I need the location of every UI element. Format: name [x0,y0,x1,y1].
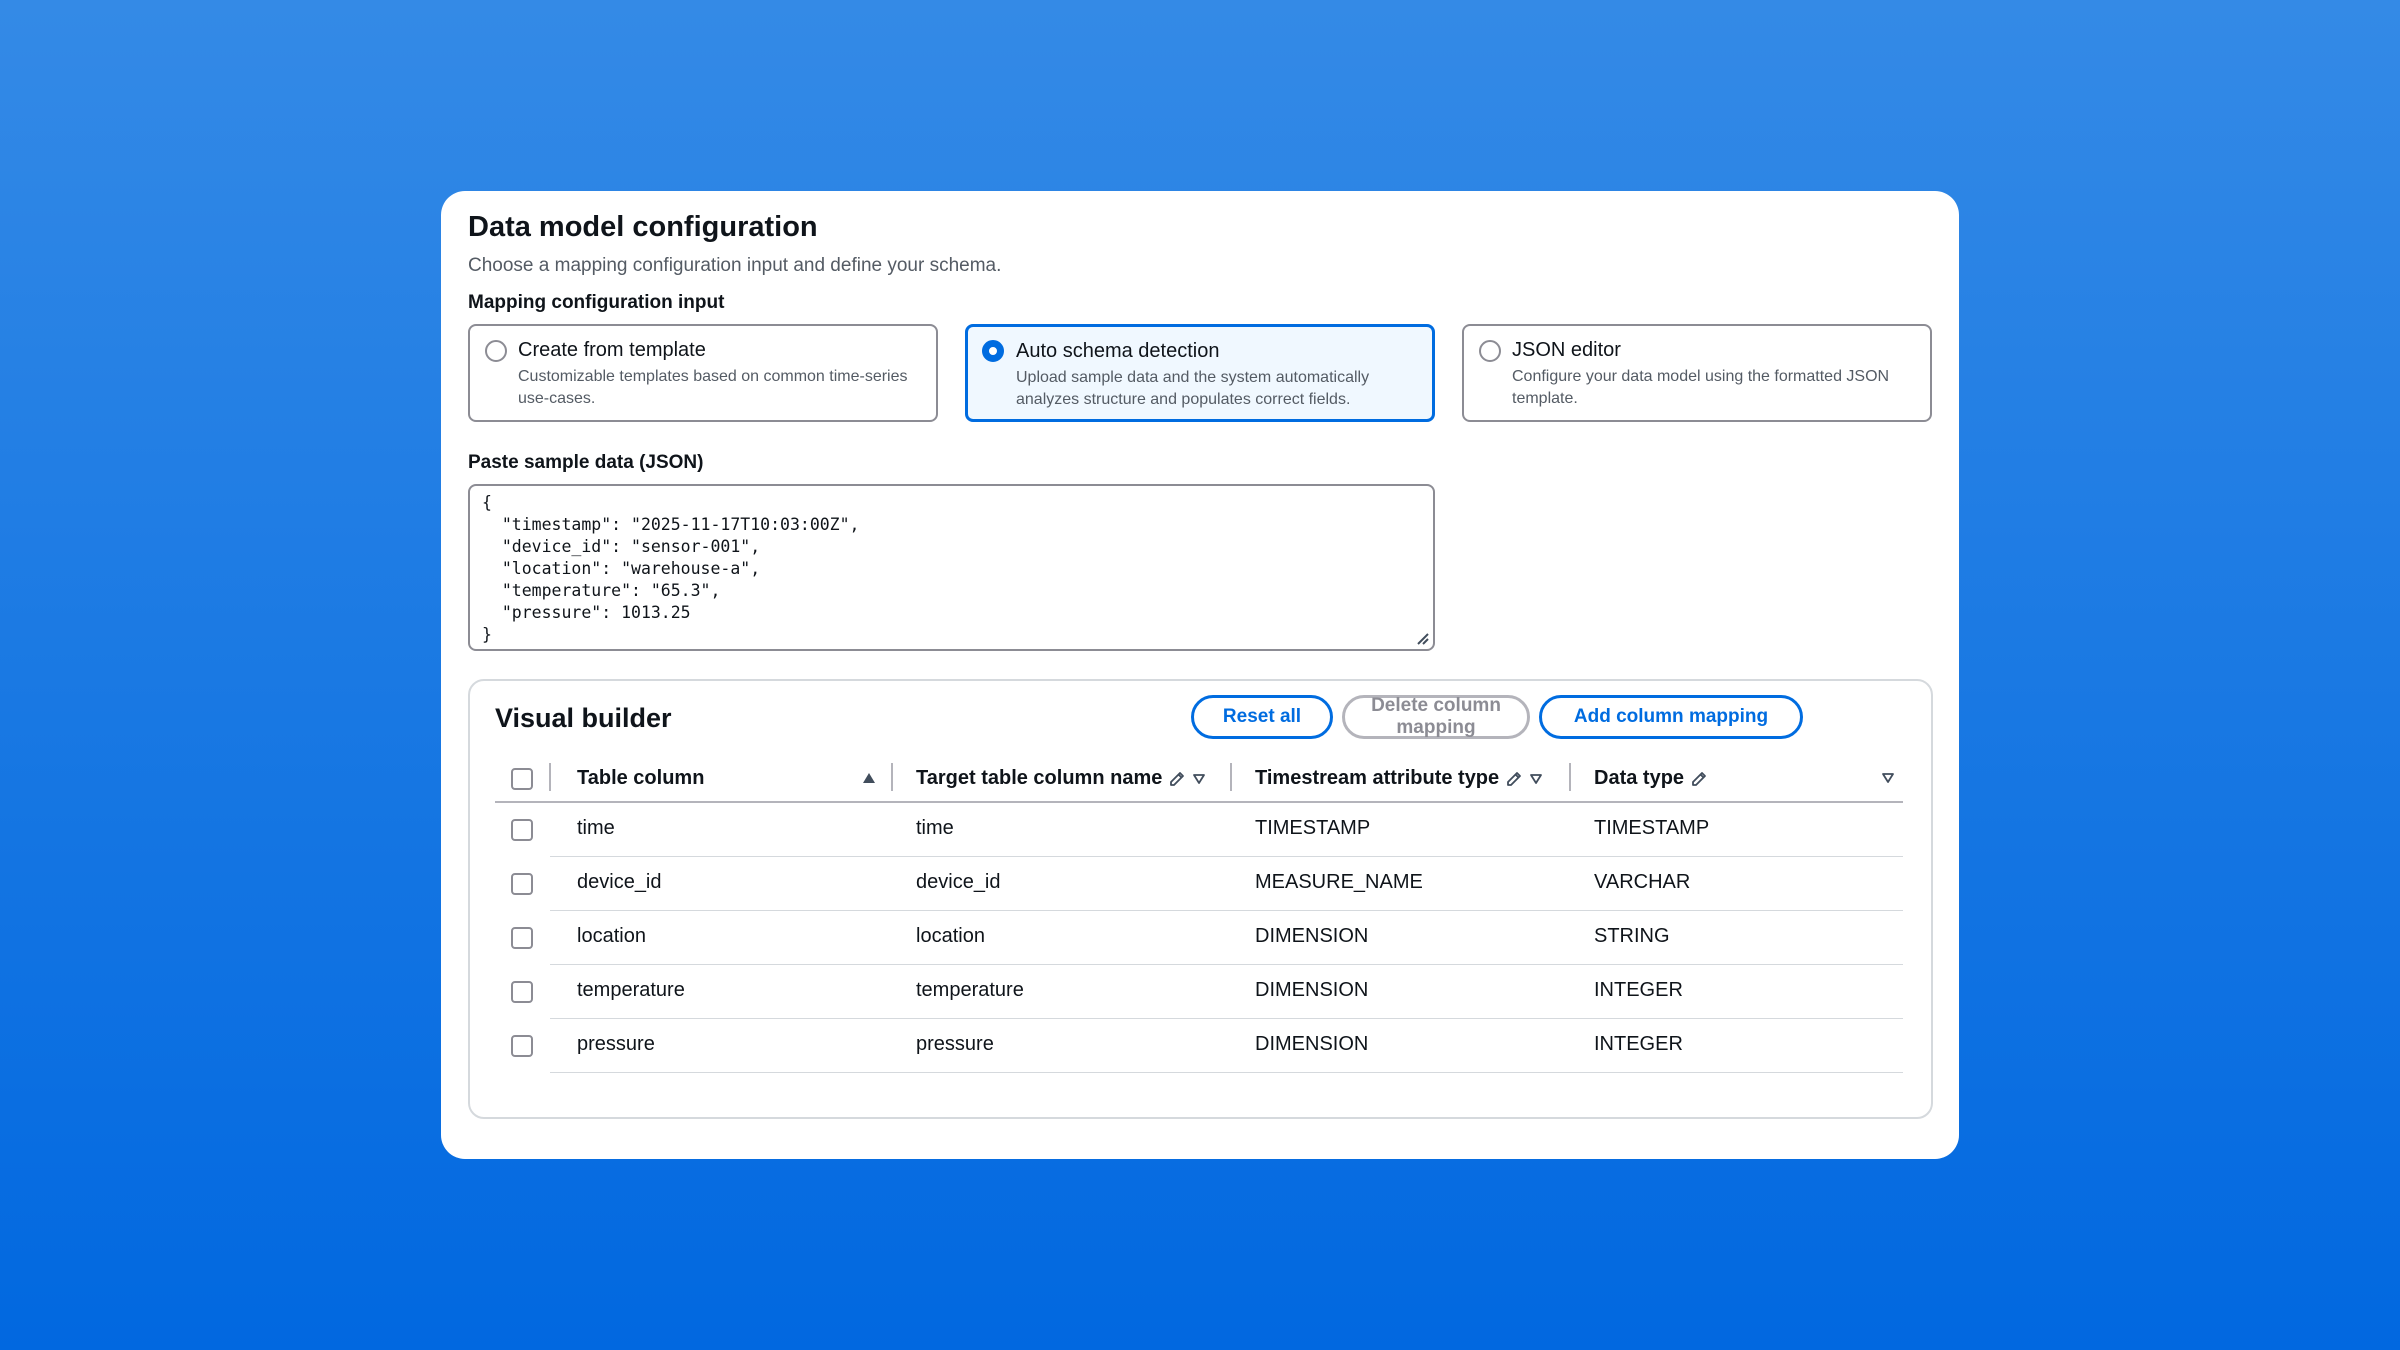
cell-attribute-type: MEASURE_NAME [1255,871,1423,893]
radio-button-selected[interactable] [982,340,1004,362]
option-auto-schema-detection[interactable]: Auto schema detection Upload sample data… [965,324,1435,422]
json-line: } [482,625,492,644]
json-line: { [482,493,492,512]
cell-data-type: VARCHAR [1594,871,1691,893]
delete-column-mapping-button[interactable]: Delete column mapping [1342,695,1530,739]
radio-button[interactable] [485,340,507,362]
header-target-column-name[interactable]: Target table column name [916,767,1206,790]
column-divider[interactable] [549,763,551,791]
header-label: Data type [1594,767,1685,789]
cell-attribute-type: TIMESTAMP [1255,817,1371,839]
sort-icon[interactable] [1192,773,1206,785]
row-checkbox[interactable] [511,927,533,949]
cell-target-name: temperature [916,979,1024,1001]
option-title: Create from template [518,339,706,361]
cell-data-type: INTEGER [1594,1033,1683,1055]
select-all-checkbox[interactable] [511,768,533,790]
edit-icon [1690,770,1708,788]
visual-builder-panel: Visual builder Reset all Delete column m… [468,679,1933,1119]
json-line: "timestamp": "2025-11-17T10:03:00Z", [482,515,860,534]
cell-data-type: TIMESTAMP [1594,817,1710,839]
column-divider[interactable] [1230,763,1232,791]
option-json-editor[interactable]: JSON editor Configure your data model us… [1462,324,1932,422]
row-checkbox[interactable] [511,981,533,1003]
radio-button[interactable] [1479,340,1501,362]
cell-attribute-type: DIMENSION [1255,925,1369,947]
header-table-column[interactable]: Table column [577,767,704,790]
visual-builder-title: Visual builder [495,703,672,733]
table-row[interactable]: pressure pressure DIMENSION INTEGER [495,1019,1903,1073]
header-data-type[interactable]: Data type [1594,767,1708,790]
column-divider[interactable] [1569,763,1571,791]
header-timestream-attribute-type[interactable]: Timestream attribute type [1255,767,1543,790]
mapping-config-label: Mapping configuration input [468,292,725,313]
cell-attribute-type: DIMENSION [1255,979,1369,1001]
sample-data-label: Paste sample data (JSON) [468,452,704,473]
page-subtitle: Choose a mapping configuration input and… [468,255,1002,276]
cell-table-column: device_id [577,871,662,893]
header-label: Timestream attribute type [1255,767,1500,789]
data-model-card: Data model configuration Choose a mappin… [441,191,1959,1159]
resize-handle-icon[interactable] [1415,631,1429,645]
sample-data-textarea[interactable]: { "timestamp": "2025-11-17T10:03:00Z", "… [468,484,1435,651]
json-line: "location": "warehouse-a", [482,559,761,578]
cell-target-name: pressure [916,1033,994,1055]
cell-table-column: pressure [577,1033,655,1055]
json-line: "temperature": "65.3", [482,581,721,600]
json-line: "device_id": "sensor-001", [482,537,761,556]
cell-attribute-type: DIMENSION [1255,1033,1369,1055]
column-divider[interactable] [891,763,893,791]
json-line: "pressure": 1013.25 [482,603,691,622]
table-row[interactable]: temperature temperature DIMENSION INTEGE… [495,965,1903,1019]
cell-data-type: INTEGER [1594,979,1683,1001]
edit-icon [1505,770,1523,788]
row-checkbox[interactable] [511,819,533,841]
table-header: Table column Target table column name Ti… [495,755,1903,803]
row-checkbox[interactable] [511,873,533,895]
reset-all-button[interactable]: Reset all [1191,695,1333,739]
option-description: Customizable templates based on common t… [518,368,908,407]
option-title: Auto schema detection [1016,340,1220,362]
cell-target-name: location [916,925,985,947]
table-row[interactable]: time time TIMESTAMP TIMESTAMP [495,803,1903,857]
page-title: Data model configuration [468,211,818,243]
option-description: Upload sample data and the system automa… [1016,369,1370,408]
option-title: JSON editor [1512,339,1621,361]
option-create-from-template[interactable]: Create from template Customizable templa… [468,324,938,422]
header-label: Target table column name [916,767,1163,789]
cell-table-column: time [577,817,615,839]
option-description: Configure your data model using the form… [1512,368,1890,407]
add-column-mapping-button[interactable]: Add column mapping [1539,695,1803,739]
sort-ascending-icon[interactable] [861,771,877,785]
sort-icon[interactable] [1529,773,1543,785]
row-divider [550,1072,1903,1073]
cell-table-column: temperature [577,979,685,1001]
cell-target-name: device_id [916,871,1001,893]
cell-data-type: STRING [1594,925,1670,947]
cell-target-name: time [916,817,954,839]
edit-icon [1168,770,1186,788]
cell-table-column: location [577,925,646,947]
row-checkbox[interactable] [511,1035,533,1057]
table-row[interactable]: location location DIMENSION STRING [495,911,1903,965]
header-label: Table column [577,767,705,789]
table-row[interactable]: device_id device_id MEASURE_NAME VARCHAR [495,857,1903,911]
sort-icon[interactable] [1881,772,1895,784]
